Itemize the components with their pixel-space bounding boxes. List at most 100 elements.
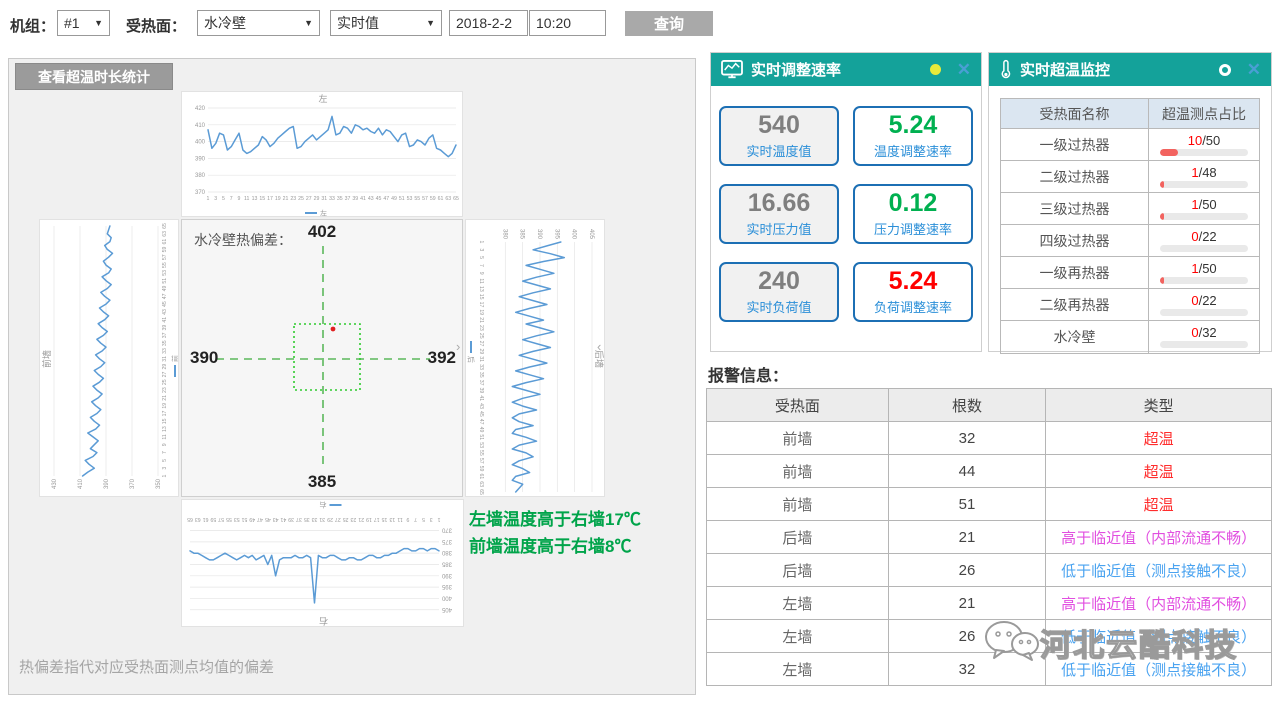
svg-text:53: 53 (407, 196, 413, 202)
svg-text:后: 后 (467, 356, 476, 363)
close-icon[interactable]: ✕ (1247, 61, 1261, 78)
svg-text:17: 17 (374, 516, 380, 522)
svg-text:57: 57 (422, 196, 428, 202)
svg-text:47: 47 (162, 293, 168, 299)
alarm-count: 21 (888, 587, 1046, 620)
alarm-type: 低于临近值（测点接触不良） (1046, 653, 1272, 686)
note-front-vs-right: 前墙温度高于右墙8℃ (469, 533, 641, 560)
overtemp-table-header: 受热面名称 超温测点占比 (1001, 99, 1259, 129)
svg-text:31: 31 (321, 196, 327, 202)
svg-text:57: 57 (478, 458, 484, 464)
svg-text:390: 390 (536, 229, 542, 240)
svg-text:19: 19 (478, 309, 484, 315)
deviation-cross-graphic (182, 220, 464, 498)
svg-text:51: 51 (241, 516, 247, 522)
overtemp-ratio: 1/50 (1149, 193, 1259, 224)
rate-card-value: 240 (758, 268, 800, 296)
svg-text:49: 49 (391, 196, 397, 202)
svg-text:33: 33 (312, 516, 318, 522)
svg-text:11: 11 (162, 434, 168, 439)
svg-text:61: 61 (478, 473, 484, 479)
deviation-bottom-value: 385 (182, 472, 462, 492)
left-wall-trend-chart: 4204104003903803701357911131517192123252… (181, 91, 463, 217)
svg-text:19: 19 (366, 516, 372, 522)
alarm-row: 前墙51超温 (707, 488, 1272, 521)
svg-text:15: 15 (162, 418, 168, 424)
rate-card-value: 16.66 (748, 190, 811, 218)
svg-text:49: 49 (249, 516, 255, 522)
svg-text:21: 21 (162, 395, 168, 401)
overtemp-progress-bar (1160, 309, 1248, 316)
svg-text:右: 右 (320, 501, 327, 510)
svg-text:右: 右 (319, 616, 328, 627)
date-input[interactable] (449, 10, 528, 36)
front-wall-trend-chart-svg: 4304103903703501357911131517192123252729… (40, 220, 179, 497)
overtemp-row: 三级过热器1/50 (1001, 193, 1259, 225)
svg-text:63: 63 (445, 196, 451, 202)
svg-text:53: 53 (234, 516, 240, 522)
alarm-row: 左墙32低于临近值（测点接触不良） (707, 653, 1272, 686)
svg-text:51: 51 (399, 196, 405, 202)
svg-text:37: 37 (478, 380, 484, 386)
svg-text:390: 390 (195, 156, 206, 162)
time-input[interactable] (529, 10, 606, 36)
svg-text:59: 59 (478, 466, 484, 472)
overtemp-panel-header: 实时超温监控 ✕ (989, 53, 1271, 86)
svg-text:395: 395 (441, 583, 452, 589)
svg-text:35: 35 (337, 196, 343, 202)
monitor-chart-icon (721, 60, 743, 80)
svg-text:45: 45 (162, 301, 168, 307)
svg-text:17: 17 (478, 302, 484, 308)
svg-text:15: 15 (382, 516, 388, 522)
svg-text:41: 41 (162, 317, 168, 323)
alarm-type: 高于临近值（内部流通不畅） (1046, 521, 1272, 554)
alarm-surface: 后墙 (707, 554, 889, 587)
svg-text:49: 49 (478, 427, 484, 433)
svg-text:380: 380 (195, 173, 206, 179)
svg-text:43: 43 (273, 516, 279, 522)
surface-select[interactable]: 水冷壁 ▼ (197, 10, 320, 36)
svg-text:17: 17 (267, 196, 273, 202)
alarm-row: 后墙21高于临近值（内部流通不畅） (707, 521, 1272, 554)
surface-name: 三级过热器 (1001, 193, 1149, 224)
svg-text:5: 5 (422, 516, 425, 522)
back-wall-trend-chart: 4054003953903853801357911131517192123252… (465, 219, 605, 497)
rate-card-value: 0.12 (889, 190, 938, 218)
realtime-adjust-rate-panel: 实时调整速率 ✕ 540实时温度值5.24温度调整速率16.66实时压力值0.1… (710, 52, 982, 352)
alarm-col-count: 根数 (888, 389, 1046, 422)
alarm-count: 26 (888, 620, 1046, 653)
svg-text:左: 左 (318, 93, 327, 104)
overtemp-row: 二级再热器0/22 (1001, 289, 1259, 321)
svg-text:61: 61 (438, 196, 444, 202)
overtemp-duration-stats-button[interactable]: 查看超温时长统计 (15, 63, 173, 90)
query-button[interactable]: 查询 (625, 11, 713, 36)
svg-text:29: 29 (327, 516, 333, 522)
overtemp-ratio: 0/22 (1149, 225, 1259, 256)
svg-text:1: 1 (437, 516, 440, 522)
overtemp-progress-bar (1160, 277, 1248, 284)
svg-text:59: 59 (210, 516, 216, 522)
svg-text:43: 43 (368, 196, 374, 202)
svg-text:1: 1 (162, 474, 168, 477)
rate-panel-header: 实时调整速率 ✕ (711, 53, 981, 86)
svg-text:11: 11 (478, 278, 484, 283)
svg-text:35: 35 (162, 340, 168, 346)
svg-text:390: 390 (441, 572, 452, 578)
overtemp-progress-bar (1160, 181, 1248, 188)
alarm-surface: 左墙 (707, 587, 889, 620)
svg-text:5: 5 (478, 256, 484, 259)
rate-card-label: 负荷调整速率 (874, 297, 952, 316)
unit-select[interactable]: #1 ▼ (57, 10, 110, 36)
svg-text:47: 47 (383, 196, 389, 202)
svg-text:25: 25 (162, 379, 168, 385)
close-icon[interactable]: ✕ (957, 61, 971, 78)
mode-select[interactable]: 实时值 ▼ (330, 10, 442, 36)
svg-text:13: 13 (478, 286, 484, 292)
alarm-surface: 前墙 (707, 488, 889, 521)
svg-text:51: 51 (478, 434, 484, 440)
rate-card-value: 540 (758, 112, 800, 140)
svg-text:9: 9 (478, 272, 484, 275)
rate-panel-title: 实时调整速率 (751, 59, 841, 80)
mode-select-value: 实时值 (337, 13, 379, 33)
caret-down-icon: ▼ (420, 18, 435, 28)
